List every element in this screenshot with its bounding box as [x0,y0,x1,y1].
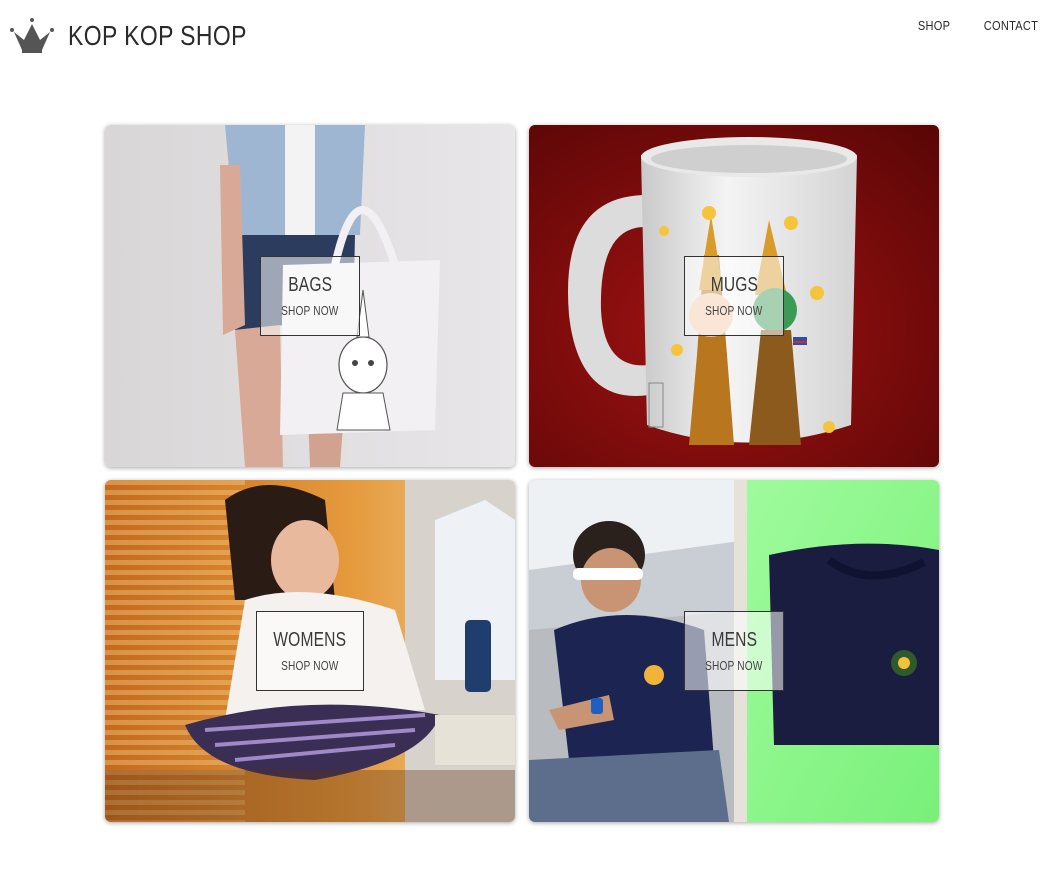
nav-link-shop[interactable]: SHOP [918,18,950,33]
site-header: KOP KOP SHOP SHOP CONTACT [0,0,1053,80]
category-title: MUGS [710,274,758,296]
womens-label-box[interactable]: WOMENS SHOP NOW [256,611,364,691]
shop-now-link[interactable]: SHOP NOW [281,658,338,673]
category-tile-womens[interactable]: WOMENS SHOP NOW [105,480,515,822]
brand-logo[interactable]: KOP KOP SHOP [8,16,286,56]
shop-now-link[interactable]: SHOP NOW [705,303,762,318]
nav-link-contact[interactable]: CONTACT [984,18,1038,33]
category-tile-bags[interactable]: BAGS SHOP NOW [105,125,515,467]
shop-now-link[interactable]: SHOP NOW [281,303,338,318]
main-nav: SHOP CONTACT [915,18,1043,33]
shop-now-link[interactable]: SHOP NOW [705,658,762,673]
mens-label-box[interactable]: MENS SHOP NOW [684,611,784,691]
category-title: MENS [711,629,757,651]
crown-icon [10,18,54,53]
category-title: WOMENS [273,629,347,651]
mugs-label-box[interactable]: MUGS SHOP NOW [684,256,784,336]
category-tile-mens[interactable]: MENS SHOP NOW [529,480,939,822]
category-title: BAGS [287,274,332,296]
category-grid: BAGS SHOP NOW MUGS SHOP NOW WOMENS SHOP … [105,125,939,822]
category-tile-mugs[interactable]: MUGS SHOP NOW [529,125,939,467]
brand-name: KOP KOP SHOP [68,20,247,51]
bags-label-box[interactable]: BAGS SHOP NOW [260,256,360,336]
